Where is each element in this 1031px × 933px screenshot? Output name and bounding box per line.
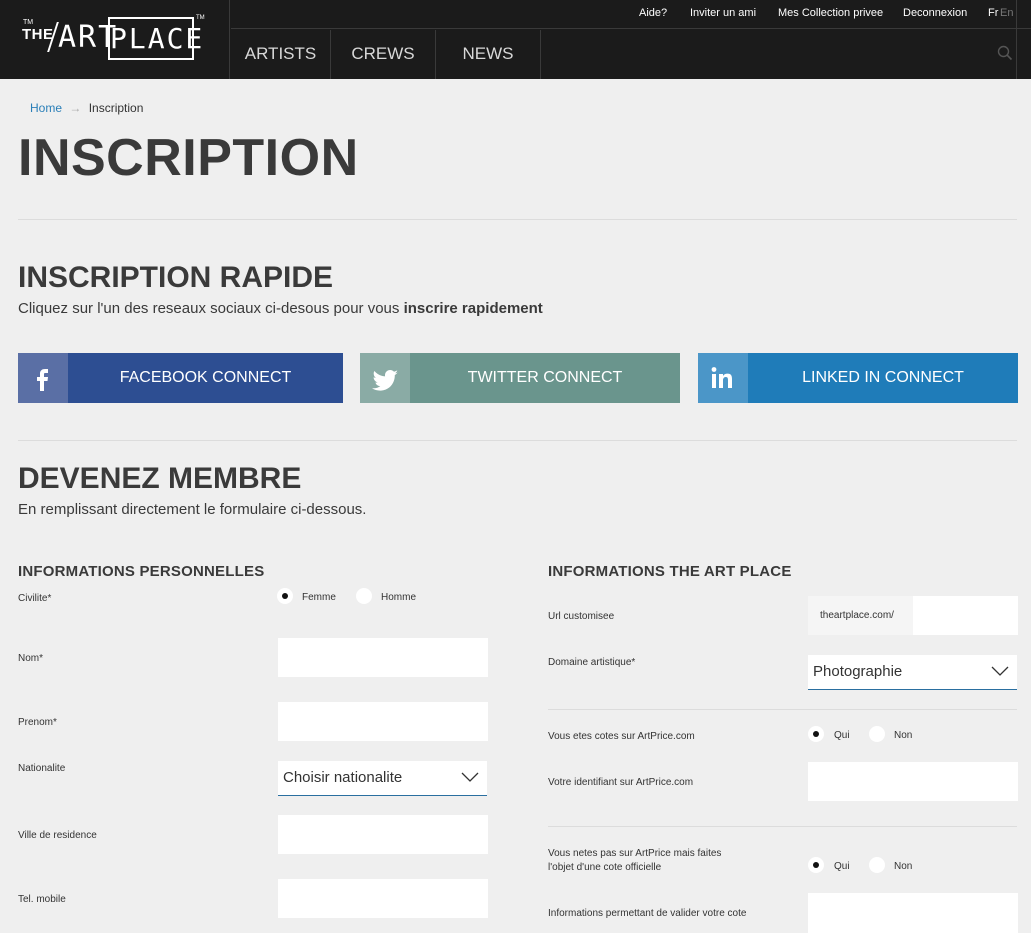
divider [18, 219, 1017, 220]
logout-link[interactable]: Deconnexion [903, 7, 967, 19]
page-title: INSCRIPTION [18, 129, 359, 187]
nom-label: Nom* [18, 653, 44, 664]
logo-place: PLACE [108, 17, 202, 60]
quick-signup-title: INSCRIPTION RAPIDE [18, 261, 334, 294]
logo-the: THE [22, 26, 54, 43]
nom-input[interactable] [278, 638, 488, 677]
quick-subtitle-bold: inscrire rapidement [403, 300, 543, 317]
valider-input[interactable] [808, 893, 1018, 933]
ville-input[interactable] [278, 815, 488, 854]
pas-artprice-label-line1: Vous netes pas sur ArtPrice mais faites [548, 848, 722, 859]
twitter-connect-button[interactable]: TWITTER CONNECT [360, 353, 680, 403]
tel-input[interactable] [278, 879, 488, 918]
radio-pas-non[interactable] [869, 857, 885, 873]
twitter-icon [360, 353, 410, 403]
member-subtitle: En remplissant directement le formulaire… [18, 501, 367, 518]
radio-cotes-non[interactable] [869, 726, 885, 742]
lang-fr-link[interactable]: Fr [988, 7, 998, 19]
nationalite-value: Choisir nationalite [283, 769, 403, 786]
header-divider [1016, 0, 1017, 79]
nationalite-select[interactable]: Choisir nationalite [278, 761, 487, 796]
divider [548, 709, 1017, 710]
nav-artists[interactable]: ARTISTS [231, 30, 331, 79]
quick-signup-subtitle: Cliquez sur l'un des reseaux sociaux ci-… [18, 300, 543, 317]
linkedin-connect-label: LINKED IN CONNECT [802, 369, 964, 386]
civilite-label: Civilite* [18, 593, 52, 604]
lang-en-link[interactable]: En [1000, 7, 1013, 19]
logo-tm-top: TM [23, 19, 34, 26]
artplace-info-title: INFORMATIONS THE ART PLACE [548, 563, 792, 580]
valider-label: Informations permettant de valider votre… [548, 908, 747, 919]
facebook-connect-button[interactable]: FACEBOOK CONNECT [18, 353, 343, 403]
private-collection-link[interactable]: Mes Collection privee [778, 7, 883, 19]
identifiant-input[interactable] [808, 762, 1018, 801]
breadcrumb-home[interactable]: Home [30, 101, 62, 115]
pas-artprice-label: Vous netes pas sur ArtPrice mais faites … [548, 847, 721, 875]
logo-tm: TM [196, 15, 205, 21]
personal-info-title: INFORMATIONS PERSONNELLES [18, 563, 265, 580]
identifiant-label: Votre identifiant sur ArtPrice.com [548, 777, 694, 788]
radio-homme[interactable] [356, 588, 372, 604]
radio-cotes-qui-label: Qui [834, 730, 850, 741]
radio-cotes-qui[interactable] [808, 726, 824, 742]
linkedin-connect-button[interactable]: LINKED IN CONNECT [698, 353, 1018, 403]
twitter-connect-label: TWITTER CONNECT [467, 369, 623, 386]
top-nav: Aide? Inviter un ami Mes Collection priv… [231, 0, 1031, 29]
url-label: Url customisee [548, 611, 615, 622]
help-link[interactable]: Aide? [639, 7, 667, 19]
cotes-label: Vous etes cotes sur ArtPrice.com [548, 731, 695, 742]
chevron-down-icon [461, 772, 479, 782]
domaine-label: Domaine artistique* [548, 657, 636, 668]
breadcrumb-current: Inscription [88, 101, 144, 115]
linkedin-icon [698, 353, 748, 403]
radio-homme-label: Homme [381, 592, 417, 603]
domaine-value: Photographie [813, 663, 903, 680]
url-input[interactable] [913, 596, 1018, 635]
breadcrumb: Home → Inscription [30, 101, 143, 115]
nav-crews[interactable]: CREWS [331, 30, 436, 79]
radio-cotes-non-label: Non [894, 730, 913, 741]
member-title: DEVENEZ MEMBRE [18, 462, 302, 495]
radio-pas-qui[interactable] [808, 857, 824, 873]
breadcrumb-separator: → [69, 101, 82, 115]
quick-subtitle-text: Cliquez sur l'un des reseaux sociaux ci-… [18, 300, 404, 317]
site-logo[interactable]: TM THE ART PLACE TM [0, 0, 230, 79]
tel-label: Tel. mobile [18, 894, 66, 905]
radio-femme[interactable] [277, 588, 293, 604]
divider [18, 440, 1017, 441]
ville-label: Ville de residence [18, 830, 97, 841]
radio-pas-qui-label: Qui [834, 861, 850, 872]
site-header: TM THE ART PLACE TM Aide? Inviter un ami… [0, 0, 1031, 79]
pas-artprice-label-line2: l'objet d'une cote officielle [548, 862, 662, 873]
facebook-connect-label: FACEBOOK CONNECT [119, 369, 292, 386]
url-prefix: theartplace.com/ [808, 596, 913, 635]
domaine-select[interactable]: Photographie [808, 655, 1017, 690]
facebook-icon [18, 353, 68, 403]
prenom-input[interactable] [278, 702, 488, 741]
prenom-label: Prenom* [18, 717, 57, 728]
radio-pas-non-label: Non [894, 861, 913, 872]
nav-news[interactable]: NEWS [436, 30, 541, 79]
divider [548, 826, 1017, 827]
nationalite-label: Nationalite [18, 763, 66, 774]
radio-femme-label: Femme [302, 592, 336, 603]
invite-friend-link[interactable]: Inviter un ami [690, 7, 756, 19]
chevron-down-icon [991, 666, 1009, 676]
search-icon[interactable] [997, 45, 1013, 61]
